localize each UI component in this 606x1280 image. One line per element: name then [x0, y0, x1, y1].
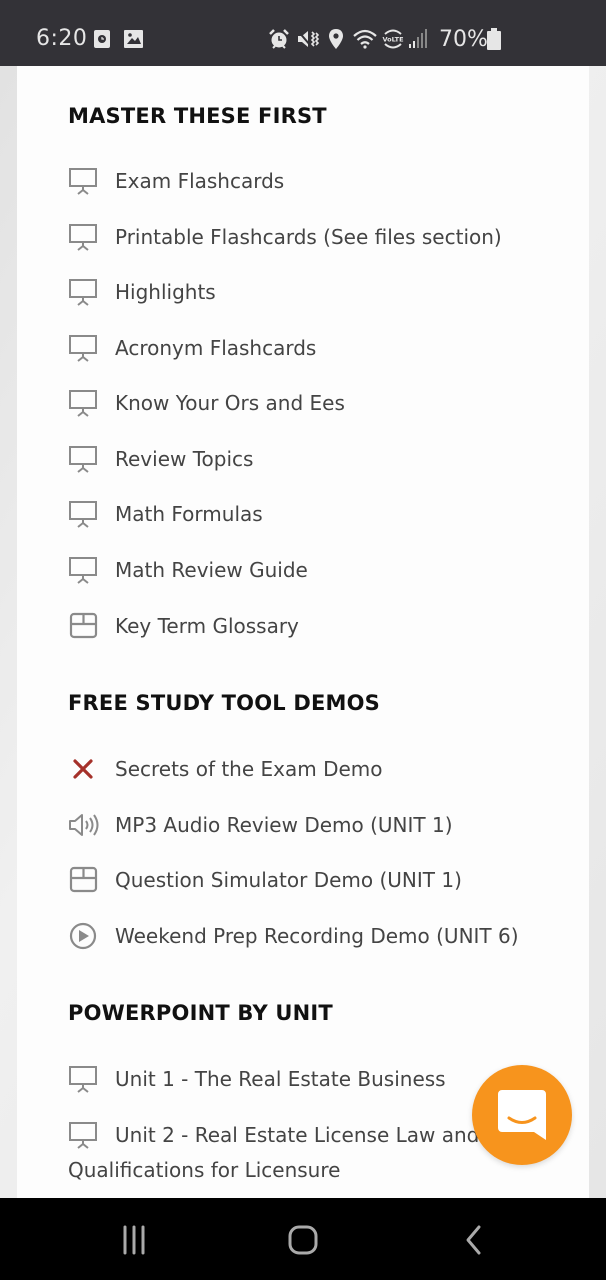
list-item-unit-2[interactable]: Unit 2 - Real Estate License Law and Qua… — [68, 1120, 480, 1182]
status-time: 6:20 — [36, 26, 88, 51]
list-item-label: Math Review Guide — [115, 558, 308, 582]
box-icon — [68, 865, 100, 895]
list-item-math-formulas[interactable]: Math Formulas — [68, 499, 263, 529]
presentation-icon — [68, 166, 100, 196]
presentation-icon — [68, 444, 100, 474]
svg-text:VoLTE: VoLTE — [382, 36, 403, 44]
list-item-label-continued: Qualifications for Licensure — [68, 1158, 341, 1182]
battery-percent: 70% — [439, 27, 488, 52]
list-item-review-topics[interactable]: Review Topics — [68, 444, 253, 474]
list-item-label: Highlights — [115, 280, 216, 304]
navigation-bar — [0, 1198, 606, 1280]
back-icon — [466, 1225, 481, 1255]
presentation-icon — [68, 222, 100, 252]
play-circle-icon — [68, 921, 100, 951]
list-item-label: Question Simulator Demo (UNIT 1) — [115, 868, 462, 892]
list-item-printable-flashcards[interactable]: Printable Flashcards (See files section) — [68, 222, 502, 252]
box-icon — [68, 611, 100, 641]
recent-apps-button[interactable] — [109, 1222, 159, 1258]
presentation-icon — [68, 1064, 100, 1094]
list-item-label: Acronym Flashcards — [115, 336, 317, 360]
presentation-icon — [68, 555, 100, 585]
section-title-free-study-tool-demos: FREE STUDY TOOL DEMOS — [68, 691, 381, 715]
list-item-mp3-audio-review-demo[interactable]: MP3 Audio Review Demo (UNIT 1) — [68, 810, 453, 840]
wifi-icon — [353, 29, 377, 49]
list-item-exam-flashcards[interactable]: Exam Flashcards — [68, 166, 284, 196]
back-button[interactable] — [449, 1222, 499, 1258]
presentation-icon — [68, 333, 100, 363]
recent-apps-icon — [123, 1225, 145, 1255]
location-icon — [329, 29, 343, 49]
course-content-card: MASTER THESE FIRST Exam Flashcards Print… — [17, 66, 589, 1198]
presentation-icon — [68, 499, 100, 529]
status-bar: 6:20 VoLTE 70% — [0, 0, 606, 66]
list-item-label: MP3 Audio Review Demo (UNIT 1) — [115, 813, 453, 837]
list-item-highlights[interactable]: Highlights — [68, 277, 216, 307]
list-item-acronym-flashcards[interactable]: Acronym Flashcards — [68, 333, 316, 363]
chat-smile-icon — [498, 1090, 546, 1140]
home-icon — [288, 1225, 318, 1255]
list-item-label: Printable Flashcards (See files section) — [115, 225, 502, 249]
list-item-label: Weekend Prep Recording Demo (UNIT 6) — [115, 924, 519, 948]
presentation-icon — [68, 388, 100, 418]
gallery-icon — [124, 30, 143, 48]
list-item-question-simulator-demo[interactable]: Question Simulator Demo (UNIT 1) — [68, 865, 462, 895]
list-item-label: Know Your Ors and Ees — [115, 391, 345, 415]
section-title-master-these-first: MASTER THESE FIRST — [68, 104, 327, 128]
list-item-label: Math Formulas — [115, 502, 263, 526]
presentation-icon — [68, 277, 100, 307]
list-item-label: Unit 2 - Real Estate License Law and — [115, 1123, 480, 1147]
section-title-powerpoint-by-unit: POWERPOINT BY UNIT — [68, 1001, 333, 1025]
list-item-unit-1[interactable]: Unit 1 - The Real Estate Business — [68, 1064, 446, 1094]
mute-vibrate-icon — [297, 30, 319, 47]
list-item-label: Secrets of the Exam Demo — [115, 757, 383, 781]
list-item-label: Key Term Glossary — [115, 614, 299, 638]
list-item-label: Review Topics — [115, 447, 254, 471]
signal-icon — [409, 29, 427, 48]
chat-button[interactable] — [472, 1065, 572, 1165]
presentation-icon — [68, 1120, 100, 1150]
battery-icon — [487, 28, 501, 50]
alarm-icon — [269, 29, 289, 49]
home-button[interactable] — [278, 1222, 328, 1258]
list-item-secrets-of-the-exam-demo[interactable]: Secrets of the Exam Demo — [68, 754, 383, 784]
list-item-math-review-guide[interactable]: Math Review Guide — [68, 555, 308, 585]
volte-icon: VoLTE — [382, 29, 404, 49]
speaker-icon — [68, 810, 100, 840]
list-item-weekend-prep-recording-demo[interactable]: Weekend Prep Recording Demo (UNIT 6) — [68, 921, 519, 951]
list-item-know-your-ors-and-ees[interactable]: Know Your Ors and Ees — [68, 388, 345, 418]
screen-recorder-icon — [94, 30, 110, 48]
list-item-label: Exam Flashcards — [115, 169, 285, 193]
close-x-icon — [68, 754, 100, 784]
list-item-key-term-glossary[interactable]: Key Term Glossary — [68, 611, 299, 641]
list-item-label: Unit 1 - The Real Estate Business — [115, 1067, 446, 1091]
